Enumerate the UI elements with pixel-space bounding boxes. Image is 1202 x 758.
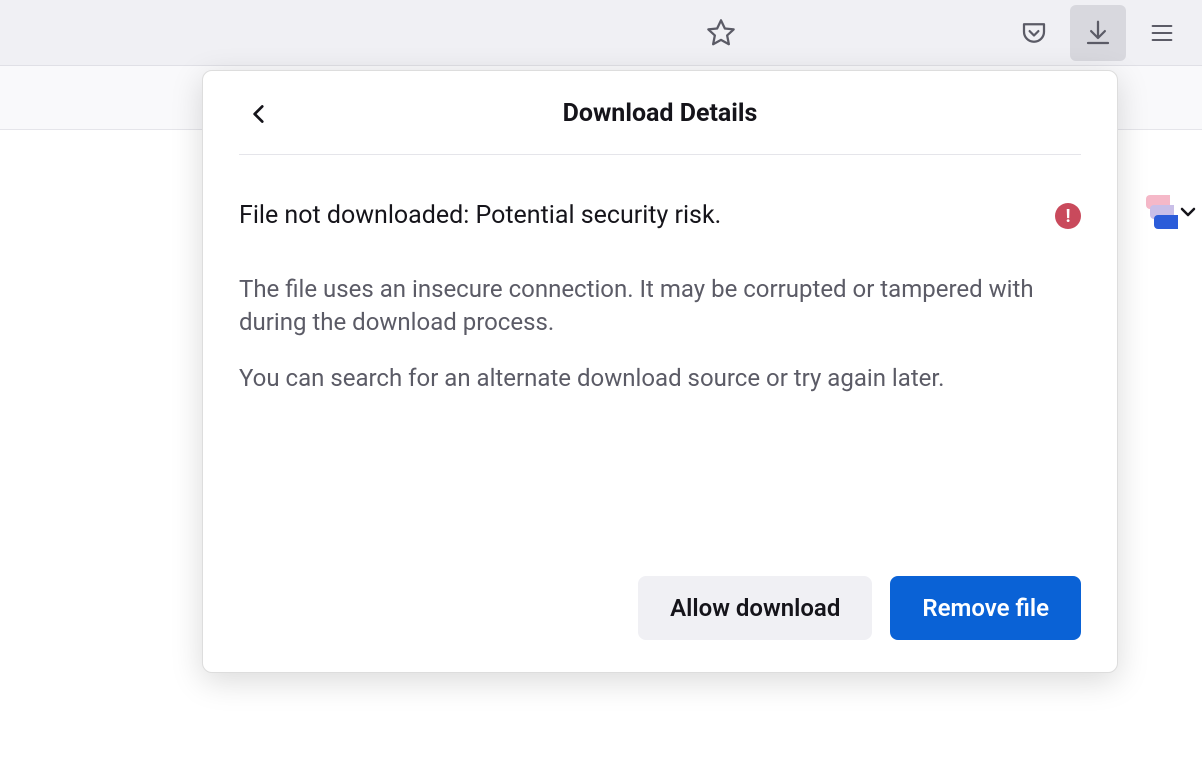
allow-download-button[interactable]: Allow download	[638, 576, 872, 640]
bookmarks-chevron-button[interactable]	[1174, 196, 1202, 228]
menu-button[interactable]	[1134, 5, 1190, 61]
url-bar-region	[12, 0, 757, 65]
panel-title: Download Details	[239, 99, 1081, 128]
downloads-button[interactable]	[1070, 5, 1126, 61]
download-icon	[1083, 18, 1113, 48]
right-side-decoration	[1144, 195, 1202, 229]
warning-icon: !	[1055, 203, 1081, 229]
download-details-panel: Download Details File not downloaded: Po…	[202, 70, 1118, 673]
warning-description-1: The file uses an insecure connection. It…	[239, 273, 1081, 340]
flag-blue	[1154, 215, 1178, 229]
hamburger-icon	[1148, 19, 1176, 47]
remove-file-button[interactable]: Remove file	[890, 576, 1081, 640]
chevron-down-icon	[1176, 200, 1200, 224]
browser-toolbar	[0, 0, 1202, 66]
color-flags	[1144, 195, 1168, 229]
chevron-left-icon	[246, 101, 272, 127]
warning-description-2: You can search for an alternate download…	[239, 362, 1081, 396]
toolbar-buttons	[1006, 5, 1190, 61]
warning-heading: File not downloaded: Potential security …	[239, 199, 721, 233]
bookmark-star-button[interactable]	[695, 7, 747, 59]
pocket-icon	[1019, 18, 1049, 48]
panel-header: Download Details	[239, 99, 1081, 155]
pocket-button[interactable]	[1006, 5, 1062, 61]
back-button[interactable]	[239, 94, 279, 134]
star-icon	[705, 17, 737, 49]
panel-actions: Allow download Remove file	[239, 576, 1081, 640]
warning-row: File not downloaded: Potential security …	[239, 199, 1081, 233]
